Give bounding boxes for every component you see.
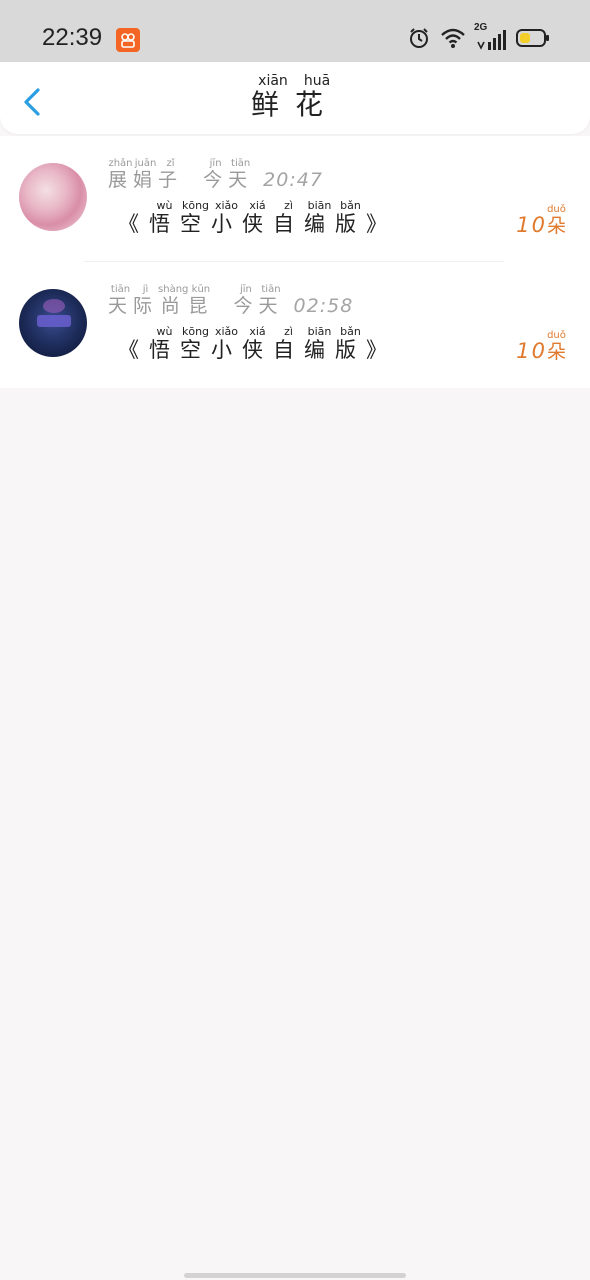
date-label: 今jīn天tiān [203, 158, 254, 191]
sender-name: 展zhǎn娟juān子zǐ [108, 158, 184, 191]
time-label: 20:47 [263, 169, 323, 191]
header: 鲜xiān花huā [0, 62, 590, 134]
time-label: 02:58 [293, 295, 354, 317]
flower-count: 10朵duǒ [516, 330, 566, 364]
signal-icon: 2G [474, 22, 506, 52]
sender-name: 天tiān际jì尚shàng昆kūn [108, 284, 214, 317]
date-label: 今jīn天tiān [233, 284, 284, 317]
work-title[interactable]: 《悟wù空kōng小xiǎo侠xiá自zì编biān版bǎn》 [118, 325, 397, 362]
page-title: 鲜xiān花huā [250, 73, 340, 121]
battery-icon [516, 28, 550, 52]
status-bar: 22:39 2G [0, 0, 590, 62]
app-badge-icon [116, 28, 140, 52]
count-value: 10 [516, 213, 547, 237]
count-value: 10 [516, 339, 547, 363]
list-item[interactable]: 天tiān际jì尚shàng昆kūn 今jīn天tiān 02:58 《悟wù空… [0, 262, 590, 388]
flower-count: 10朵duǒ [516, 204, 566, 238]
alarm-icon [408, 27, 430, 53]
home-indicator[interactable] [184, 1273, 406, 1278]
list-item[interactable]: 展zhǎn娟juān子zǐ 今jīn天tiān 20:47 《悟wù空kōng小… [0, 136, 590, 262]
work-title[interactable]: 《悟wù空kōng小xiǎo侠xiá自zì编biān版bǎn》 [118, 199, 397, 236]
count-unit: 朵duǒ [546, 330, 566, 363]
count-unit: 朵duǒ [546, 204, 566, 237]
wifi-icon [440, 27, 466, 53]
avatar[interactable] [19, 289, 87, 357]
avatar[interactable] [19, 163, 87, 231]
status-time: 22:39 [42, 24, 103, 51]
flower-list: 展zhǎn娟juān子zǐ 今jīn天tiān 20:47 《悟wù空kōng小… [0, 136, 590, 388]
